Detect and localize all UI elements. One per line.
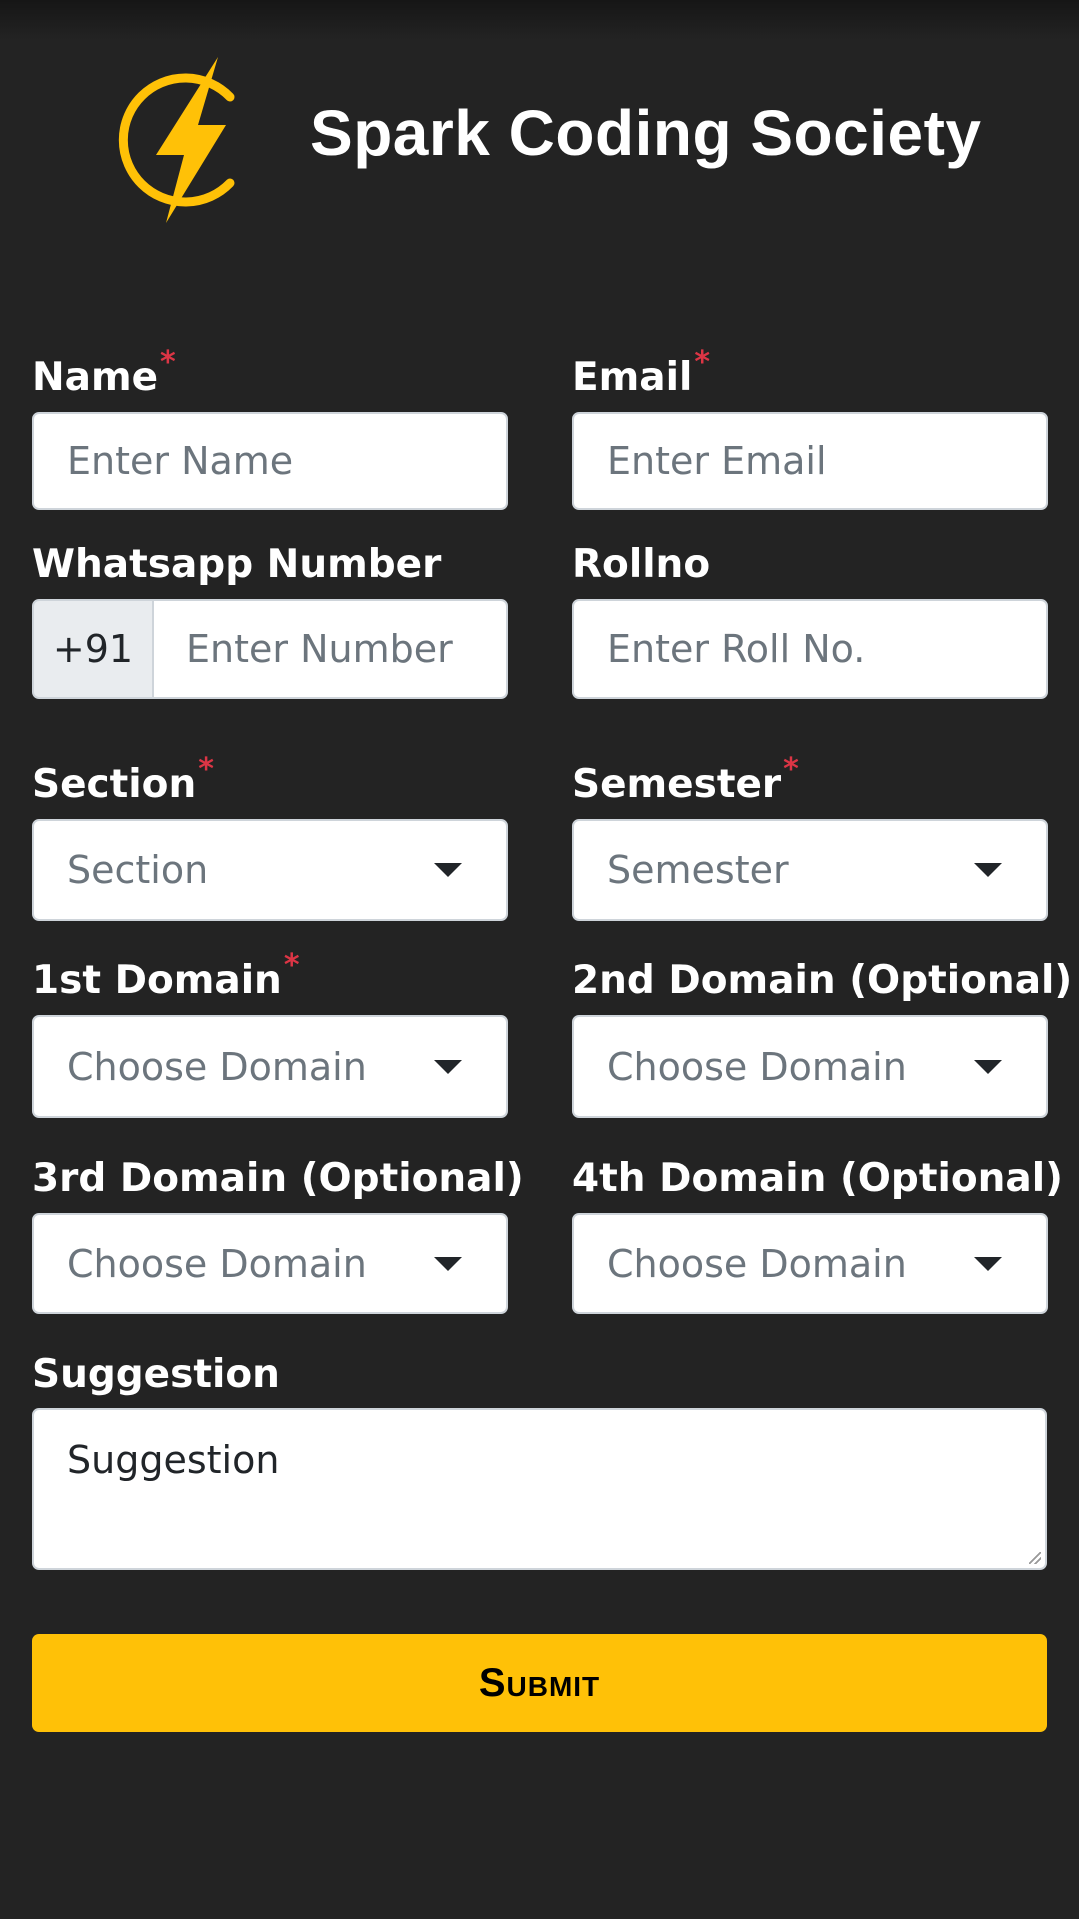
caret-down-icon xyxy=(974,1059,1002,1074)
domain2-select[interactable]: Choose Domain xyxy=(572,1015,1048,1118)
brand-title: Spark Coding Society xyxy=(310,97,982,169)
whatsapp-field[interactable] xyxy=(152,599,508,699)
name-label: Name* xyxy=(32,345,176,400)
section-select[interactable]: Section xyxy=(32,819,508,921)
rollno-input[interactable] xyxy=(607,627,1046,671)
country-code-prefix: +91 xyxy=(32,599,154,699)
domain1-label: 1st Domain* xyxy=(32,948,300,1003)
domain2-label: 2nd Domain (Optional) xyxy=(572,958,1073,1003)
required-marker: * xyxy=(198,752,214,787)
domain4-label: 4th Domain (Optional) xyxy=(572,1156,1063,1201)
whatsapp-number-input[interactable] xyxy=(186,627,506,671)
required-marker: * xyxy=(283,948,300,983)
suggestion-placeholder: Suggestion xyxy=(67,1438,280,1482)
caret-down-icon xyxy=(434,1059,462,1074)
email-label: Email* xyxy=(572,345,711,400)
caret-down-icon xyxy=(434,1256,462,1271)
caret-down-icon xyxy=(434,863,462,877)
resize-grip-icon[interactable] xyxy=(1029,1552,1041,1564)
domain4-select-value: Choose Domain xyxy=(607,1241,907,1286)
domain1-select-value: Choose Domain xyxy=(67,1044,367,1089)
caret-down-icon xyxy=(974,863,1002,877)
suggestion-label: Suggestion xyxy=(32,1352,280,1397)
domain3-label: 3rd Domain (Optional) xyxy=(32,1156,524,1201)
whatsapp-label: Whatsapp Number xyxy=(32,542,442,587)
caret-down-icon xyxy=(974,1256,1002,1271)
domain3-select-value: Choose Domain xyxy=(67,1241,367,1286)
domain1-select[interactable]: Choose Domain xyxy=(32,1015,508,1118)
domain3-select[interactable]: Choose Domain xyxy=(32,1213,508,1314)
name-field[interactable] xyxy=(32,412,508,510)
section-label: Section* xyxy=(32,752,214,807)
semester-select-value: Semester xyxy=(607,848,789,892)
email-field[interactable] xyxy=(572,412,1048,510)
required-marker: * xyxy=(694,345,711,380)
submit-button[interactable]: Submit xyxy=(32,1634,1047,1732)
required-marker: * xyxy=(783,752,799,787)
semester-label: Semester* xyxy=(572,752,799,807)
domain4-select[interactable]: Choose Domain xyxy=(572,1213,1048,1314)
name-input[interactable] xyxy=(67,439,506,483)
section-select-value: Section xyxy=(67,848,209,892)
rollno-label: Rollno xyxy=(572,542,711,587)
lightning-bolt-logo-icon xyxy=(118,57,235,223)
domain2-select-value: Choose Domain xyxy=(607,1044,907,1089)
suggestion-textarea[interactable]: Suggestion xyxy=(32,1408,1047,1570)
email-input[interactable] xyxy=(607,439,1046,483)
rollno-field[interactable] xyxy=(572,599,1048,699)
header: Spark Coding Society xyxy=(0,0,1079,280)
required-marker: * xyxy=(160,345,176,380)
semester-select[interactable]: Semester xyxy=(572,819,1048,921)
